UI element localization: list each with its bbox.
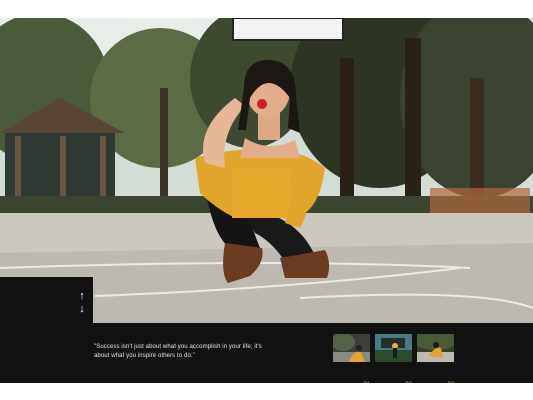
thumbnail-01-image [333,334,370,362]
quote-text: "Success isn't just about what you accom… [94,344,262,359]
thumbnail-03-image [417,334,454,362]
thumbnail-number-02: 02 [402,382,412,383]
thumbnail-number-03: 03 [444,382,454,383]
thumbnail-02[interactable] [375,334,412,362]
slider-frame: ↑ ↓ "Success isn't just about what you a… [0,18,533,383]
arrow-up-icon[interactable]: ↑ [76,290,88,302]
thumbnail-number-01: 01 [360,382,370,383]
thumbnail-01[interactable] [333,334,370,362]
thumbnail-03[interactable] [417,334,454,362]
arrow-down-icon[interactable]: ↓ [76,303,88,315]
thumbnail-02-image [375,334,412,362]
